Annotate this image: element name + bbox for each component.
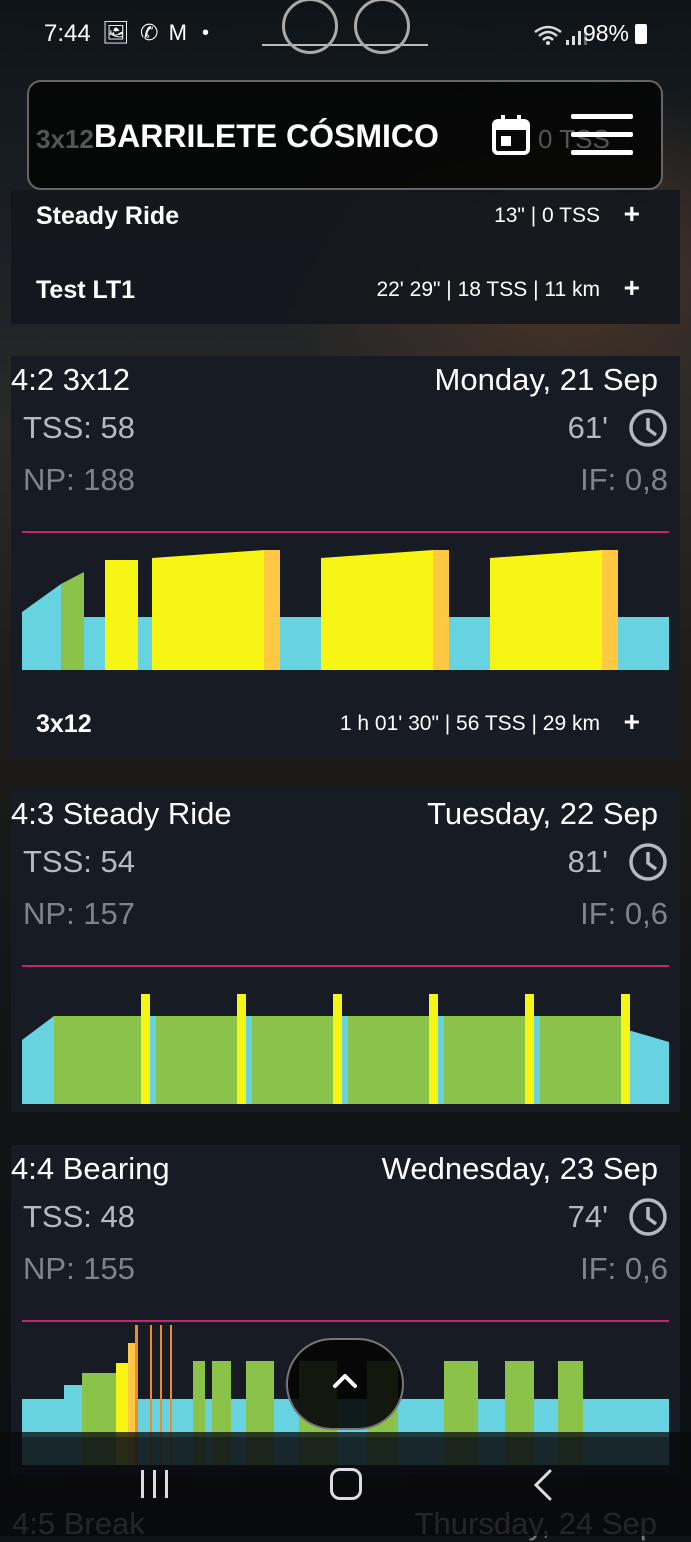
workout-if: IF: 0,8 bbox=[580, 462, 668, 497]
workout-title: 4:2 3x12 bbox=[11, 362, 130, 397]
workout-date: Tuesday, 22 Sep bbox=[427, 796, 658, 831]
workout-tss: TSS: 54 bbox=[23, 844, 135, 879]
recent-apps-icon[interactable] bbox=[138, 1468, 172, 1500]
workout-profile-chart bbox=[22, 994, 669, 1104]
workout-np: NP: 157 bbox=[23, 896, 136, 931]
status-time: 7:44 bbox=[44, 20, 91, 47]
list-item[interactable]: Test LT1 22' 29" | 18 TSS | 11 km + bbox=[11, 264, 680, 324]
workout-title: 4:3 Steady Ride bbox=[11, 796, 232, 831]
workout-profile-chart bbox=[22, 550, 669, 670]
add-workout-button[interactable]: + bbox=[624, 198, 640, 230]
workout-duration: 61' bbox=[567, 410, 608, 445]
add-workout-button[interactable]: + bbox=[624, 272, 640, 304]
list-item-meta: 13" | 0 TSS bbox=[494, 204, 600, 227]
add-workout-button[interactable]: + bbox=[624, 706, 640, 738]
ftp-line bbox=[22, 965, 669, 967]
workout-title: 4:4 Bearing bbox=[11, 1151, 170, 1186]
clock-icon bbox=[629, 409, 667, 447]
workout-duration: 74' bbox=[567, 1199, 608, 1234]
workout-sub-item[interactable]: 3x12 1 h 01' 30" | 56 TSS | 29 km + bbox=[11, 692, 680, 758]
ftp-line bbox=[22, 531, 669, 533]
workout-if: IF: 0,6 bbox=[580, 896, 668, 931]
workout-date: Wednesday, 23 Sep bbox=[381, 1151, 658, 1186]
header-ghost-text: 3x12 bbox=[36, 124, 94, 154]
workout-if: IF: 0,6 bbox=[580, 1251, 668, 1286]
battery-icon bbox=[635, 24, 647, 44]
workout-date: Monday, 21 Sep bbox=[434, 362, 658, 397]
workout-np: NP: 188 bbox=[23, 462, 136, 497]
hamburger-menu-icon[interactable] bbox=[571, 114, 633, 158]
battery-percent: 98% bbox=[582, 20, 629, 46]
bike-logo bbox=[262, 0, 428, 54]
workout-duration: 81' bbox=[567, 844, 608, 879]
sub-item-meta: 1 h 01' 30" | 56 TSS | 29 km bbox=[339, 712, 600, 735]
list-item-meta: 22' 29" | 18 TSS | 11 km bbox=[376, 278, 600, 301]
list-item[interactable]: Steady Ride 13" | 0 TSS + bbox=[11, 190, 680, 250]
list-item-name: Test LT1 bbox=[36, 276, 136, 304]
notification-dot: • bbox=[202, 22, 210, 44]
workout-np: NP: 155 bbox=[23, 1251, 136, 1286]
back-icon[interactable] bbox=[530, 1468, 556, 1502]
workout-card[interactable]: 4:2 3x12 Monday, 21 Sep TSS: 58 61' NP: … bbox=[11, 356, 680, 758]
home-icon[interactable] bbox=[330, 1468, 362, 1500]
list-item-name: Steady Ride bbox=[36, 202, 180, 230]
clock-icon bbox=[629, 1198, 667, 1236]
notification-icons: 🖼 ✆ M bbox=[102, 20, 189, 45]
wifi-icon bbox=[534, 25, 562, 45]
clock-icon bbox=[629, 843, 667, 881]
workout-list: Steady Ride 13" | 0 TSS + Test LT1 22' 2… bbox=[11, 190, 680, 324]
chevron-up-icon[interactable] bbox=[330, 1366, 360, 1396]
sub-item-name: 3x12 bbox=[36, 710, 92, 738]
app-title: BARRILETE CÓSMICO bbox=[94, 118, 439, 154]
workout-card[interactable]: 4:3 Steady Ride Tuesday, 22 Sep TSS: 54 … bbox=[11, 790, 680, 1112]
workout-tss: TSS: 48 bbox=[23, 1199, 135, 1234]
calendar-icon[interactable] bbox=[491, 114, 531, 156]
ftp-line bbox=[22, 1320, 669, 1322]
workout-tss: TSS: 58 bbox=[23, 410, 135, 445]
